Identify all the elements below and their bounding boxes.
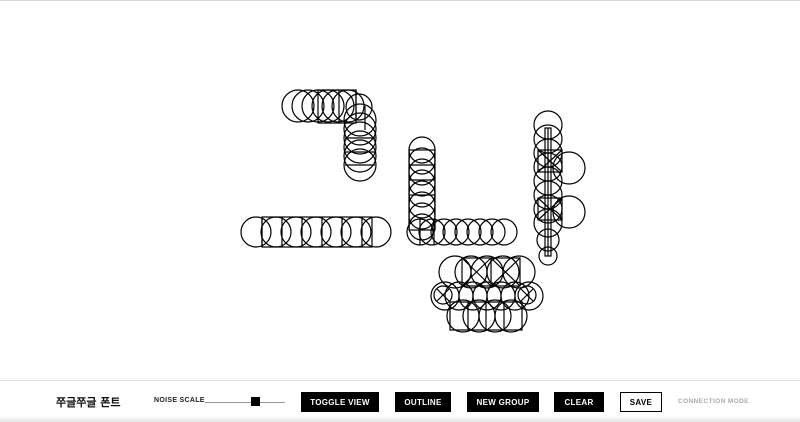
noise-scale-label: NOISE SCALE (154, 397, 205, 404)
glyph-circle (340, 216, 372, 248)
glyph-circle (291, 89, 325, 123)
toggle-view-button[interactable]: TOGGLE VIEW (301, 392, 379, 412)
glyph-circle (260, 216, 292, 248)
toolbar-shadow (0, 416, 800, 422)
glyph-circle (280, 216, 312, 248)
glyph-circle (552, 195, 586, 229)
glyph-circle (320, 216, 352, 248)
drawing-canvas[interactable] (0, 0, 800, 380)
glyph-circle (454, 218, 482, 246)
glyph-shapes (240, 89, 586, 333)
glyph-circle (490, 218, 518, 246)
glyph-circle (240, 216, 272, 248)
connection-mode-label[interactable]: CONNECTION MODE (678, 398, 749, 405)
slider-thumb[interactable] (251, 397, 260, 406)
glyph-circle (466, 218, 494, 246)
outline-button[interactable]: OUTLINE (395, 392, 451, 412)
new-group-button[interactable]: NEW GROUP (467, 392, 539, 412)
clear-button[interactable]: CLEAR (554, 392, 604, 412)
glyph-rect (261, 216, 373, 248)
app-title: 쭈글쭈글 폰트 (56, 396, 121, 409)
glyph-circle (430, 218, 458, 246)
glyph-circle (331, 89, 365, 123)
glyph-circle (300, 216, 332, 248)
bottom-toolbar: 쭈글쭈글 폰트 NOISE SCALE TOGGLE VIEW OUTLINE … (0, 380, 800, 422)
glyph-circle (478, 218, 506, 246)
slider-track[interactable] (205, 402, 285, 403)
glyph-circle (281, 89, 315, 123)
glyph-circle (418, 218, 446, 246)
noise-scale-slider[interactable] (205, 395, 285, 409)
glyph-circle (442, 218, 470, 246)
glyph-circle (360, 216, 392, 248)
save-button[interactable]: SAVE (620, 392, 662, 412)
